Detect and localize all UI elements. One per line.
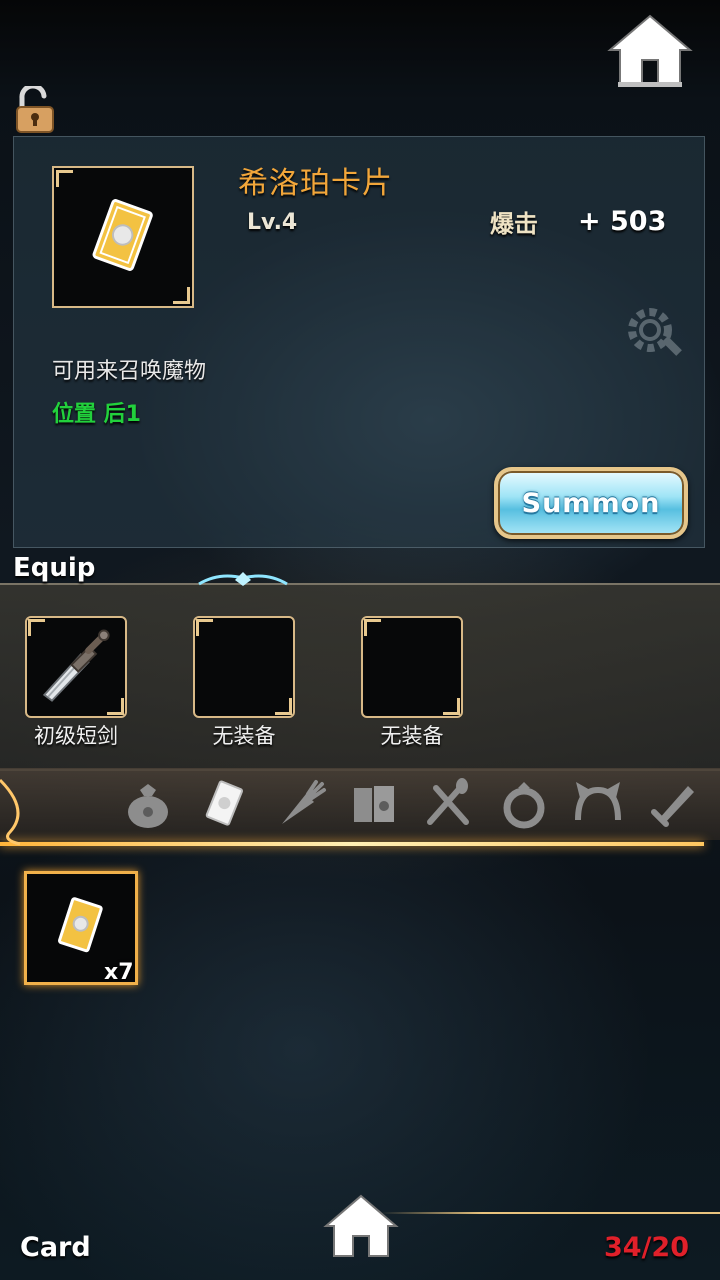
dagger-icon (42, 629, 110, 702)
item-portrait-frame (52, 166, 194, 308)
swirl-ornament-icon (0, 778, 21, 846)
stat-name: 爆击 (490, 210, 538, 238)
item-level: Lv.4 (247, 210, 298, 235)
section-label: Card (20, 1232, 91, 1263)
book-icon[interactable] (346, 776, 402, 832)
headband-icon[interactable] (570, 776, 626, 832)
tab-divider (0, 842, 704, 846)
item-name: 希洛珀卡片 (238, 166, 393, 201)
home-icon[interactable] (606, 12, 694, 88)
equip-slot-3[interactable] (361, 616, 463, 718)
equip-slot-1-label: 初级短剑 (34, 724, 118, 748)
carrot-icon[interactable] (272, 776, 328, 832)
equip-slot-1[interactable] (25, 616, 127, 718)
inventory-count: x7 (104, 960, 134, 985)
card-icon (92, 199, 153, 271)
item-description: 可用来召唤魔物 (52, 359, 207, 384)
footer-divider (380, 1212, 720, 1214)
sword-icon[interactable] (646, 776, 702, 832)
ring-icon[interactable] (496, 776, 552, 832)
home-icon[interactable] (322, 1192, 400, 1260)
equip-slot-2[interactable] (193, 616, 295, 718)
summon-button[interactable]: Summon (494, 467, 688, 539)
unlock-icon[interactable] (14, 86, 56, 134)
equip-slot-2-label: 无装备 (212, 724, 276, 748)
item-position: 位置 后1 (52, 402, 141, 427)
bag-icon[interactable] (120, 776, 176, 832)
inventory-capacity: 34/20 (604, 1232, 690, 1263)
equip-title: Equip (13, 553, 96, 583)
fork-spoon-icon[interactable] (420, 776, 476, 832)
gear-icon (628, 308, 682, 356)
ornament-icon (198, 572, 288, 586)
equip-slot-3-label: 无装备 (380, 724, 444, 748)
card-icon[interactable] (196, 776, 252, 832)
stat-value: + 503 (578, 206, 667, 237)
